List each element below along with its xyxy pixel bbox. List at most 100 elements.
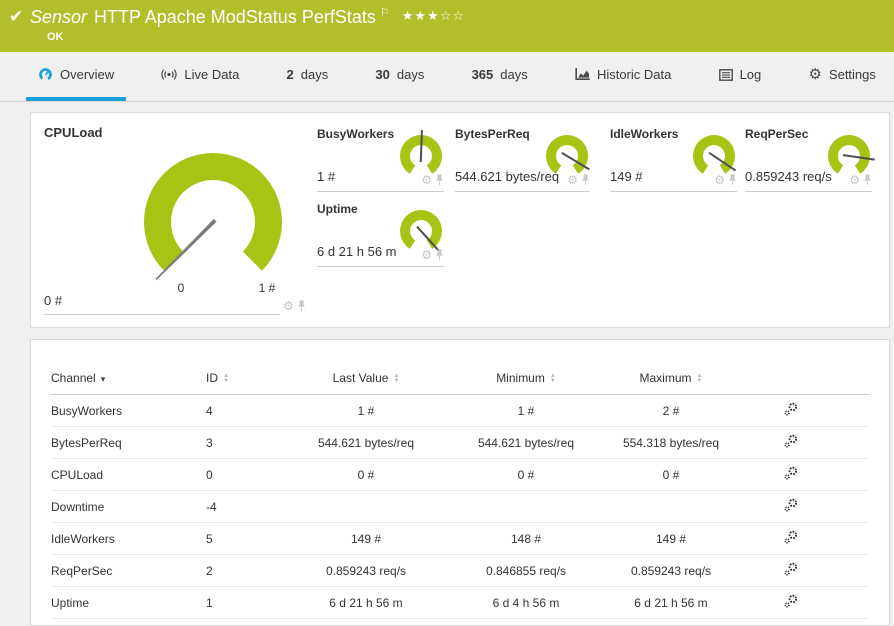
tab-log[interactable]: Log (707, 52, 774, 101)
tab-label: Live Data (184, 67, 240, 82)
gauge-tile-reqpersec: ReqPerSec 0.859243 req/s ⚙ (745, 127, 875, 192)
tab-settings[interactable]: ⚙ Settings (796, 52, 887, 101)
page-title: HTTP Apache ModStatus PerfStats (94, 7, 376, 27)
channel-maximum: 0.859243 req/s (596, 554, 746, 587)
channel-minimum (456, 490, 596, 523)
table-row: BusyWorkers 4 1 # 1 # 2 # (51, 394, 869, 427)
tab-label: days (396, 67, 425, 82)
sensor-titleline: Sensor HTTP Apache ModStatus PerfStats ⚐ ★★… (30, 6, 465, 28)
gauge-actions: ⚙ (421, 174, 444, 186)
tab-label: Overview (60, 67, 115, 82)
channel-name[interactable]: ReqPerSec (51, 554, 206, 587)
channel-table-panel: Channel ▾ ID ▲ ▼ Last Value ▲ ▼ Minimum ▲ ▼ Max… (30, 339, 890, 626)
channel-maximum: 554.318 bytes/req (596, 426, 746, 459)
channel-name[interactable]: Downtime (51, 490, 206, 523)
channel-name[interactable]: BusyWorkers (51, 394, 206, 427)
settings-gear-icon: ⚙ (808, 66, 822, 83)
channel-id: 4 (206, 394, 276, 427)
gauge-actions: ⚙ (567, 174, 590, 186)
channel-last-value: 1 # (276, 394, 456, 427)
channel-maximum: 2 # (596, 394, 746, 427)
table-row: Uptime 1 6 d 21 h 56 m 6 d 4 h 56 m 6 d … (51, 586, 869, 619)
tab-live-data[interactable]: Live Data (149, 52, 251, 101)
channel-settings-gears-icon[interactable] (784, 402, 798, 419)
channel-id: 3 (206, 426, 276, 459)
sort-icon: ▲ ▼ (393, 372, 400, 384)
priority-flag-icon[interactable]: ⚐ (380, 7, 390, 19)
column-header-last-value[interactable]: Last Value ▲ ▼ (276, 366, 456, 395)
column-header-maximum[interactable]: Maximum ▲ ▼ (596, 366, 746, 395)
sort-icon: ▲ ▼ (549, 372, 556, 384)
channel-last-value: 149 # (276, 522, 456, 555)
gauge-tile-idleworkers: IdleWorkers 149 # ⚙ (610, 127, 737, 192)
gauge-settings-gear-icon[interactable]: ⚙ (421, 249, 432, 261)
channel-settings-gears-icon[interactable] (784, 530, 798, 547)
gauge-settings-gear-icon[interactable]: ⚙ (567, 174, 578, 186)
tab-overview[interactable]: Overview (26, 52, 127, 101)
tab-historic-data[interactable]: Historic Data (563, 52, 683, 101)
channel-table: Channel ▾ ID ▲ ▼ Last Value ▲ ▼ Minimum ▲ ▼ Max… (51, 366, 869, 619)
tab-2-days[interactable]: 2 days (275, 52, 341, 101)
divider (44, 314, 280, 315)
gauge-settings-gear-icon[interactable]: ⚙ (714, 174, 725, 186)
channel-maximum: 0 # (596, 458, 746, 491)
tab-label: Historic Data (596, 67, 672, 82)
gauge-actions: ⚙ (714, 174, 737, 186)
tab-day-count: 30 (375, 67, 390, 82)
sort-desc-icon: ▾ (100, 374, 106, 384)
gauge-scale-min: 0 (177, 281, 185, 295)
log-icon (718, 68, 733, 81)
tab-365-days[interactable]: 365 days (460, 52, 540, 101)
channel-settings-gears-icon[interactable] (784, 498, 798, 515)
channel-settings-gears-icon[interactable] (784, 562, 798, 579)
column-header-id[interactable]: ID ▲ ▼ (206, 366, 276, 395)
pin-icon[interactable] (581, 174, 590, 186)
table-row: BytesPerReq 3 544.621 bytes/req 544.621 … (51, 426, 869, 459)
sensor-type-label: Sensor (30, 7, 88, 27)
pin-icon[interactable] (728, 174, 737, 186)
channel-table-body: BusyWorkers 4 1 # 1 # 2 # BytesPerReq 3 … (51, 394, 869, 619)
column-header-minimum[interactable]: Minimum ▲ ▼ (456, 366, 596, 395)
gauge-tile-bytesperreq: BytesPerReq 544.621 bytes/req ⚙ (455, 127, 590, 192)
tab-bar: Overview Live Data 2 days 30 days 365 da… (0, 52, 894, 102)
channel-minimum: 6 d 4 h 56 m (456, 586, 596, 619)
gauge-settings-gear-icon[interactable]: ⚙ (283, 300, 294, 312)
channel-minimum: 1 # (456, 394, 596, 427)
channel-name[interactable]: Uptime (51, 586, 206, 619)
gauge-current-value: 6 d 21 h 56 m (317, 244, 397, 259)
sensor-header: ✔ Sensor HTTP Apache ModStatus PerfStats ⚐… (0, 0, 894, 52)
tab-label: Log (739, 67, 762, 82)
channel-last-value: 6 d 21 h 56 m (276, 586, 456, 619)
overview-gauges-panel: CPULoad 0 1 # 0 # ⚙ BusyWorkers 1 # ⚙ By… (30, 112, 890, 328)
priority-stars[interactable]: ★★★☆☆ (402, 8, 465, 23)
column-header-channel[interactable]: Channel ▾ (51, 366, 206, 395)
table-row: IdleWorkers 5 149 # 148 # 149 # (51, 522, 869, 555)
column-header-actions (746, 366, 836, 395)
reqpersec-gauge (828, 135, 875, 177)
tab-30-days[interactable]: 30 days (363, 52, 436, 101)
tab-label: days (300, 67, 329, 82)
pin-icon[interactable] (863, 174, 872, 186)
channel-id: -4 (206, 490, 276, 523)
sort-icon: ▲ ▼ (223, 372, 229, 384)
channel-settings-gears-icon[interactable] (784, 594, 798, 611)
pin-icon[interactable] (435, 174, 444, 186)
channel-maximum: 6 d 21 h 56 m (596, 586, 746, 619)
channel-settings-gears-icon[interactable] (784, 466, 798, 483)
pin-icon[interactable] (435, 249, 444, 261)
gauge-actions: ⚙ (283, 300, 306, 312)
channel-last-value: 0 # (276, 458, 456, 491)
gauge-scale-max: 1 # (258, 281, 276, 295)
channel-id: 2 (206, 554, 276, 587)
gauge-current-value: 1 # (317, 169, 336, 184)
gauge-settings-gear-icon[interactable]: ⚙ (421, 174, 432, 186)
channel-id: 5 (206, 522, 276, 555)
channel-name[interactable]: CPULoad (51, 458, 206, 491)
gauge-settings-gear-icon[interactable]: ⚙ (849, 174, 860, 186)
pin-icon[interactable] (297, 300, 306, 312)
channel-settings-gears-icon[interactable] (784, 434, 798, 451)
channel-id: 0 (206, 458, 276, 491)
gauge-current-value: 149 # (610, 169, 643, 184)
channel-name[interactable]: BytesPerReq (51, 426, 206, 459)
channel-name[interactable]: IdleWorkers (51, 522, 206, 555)
